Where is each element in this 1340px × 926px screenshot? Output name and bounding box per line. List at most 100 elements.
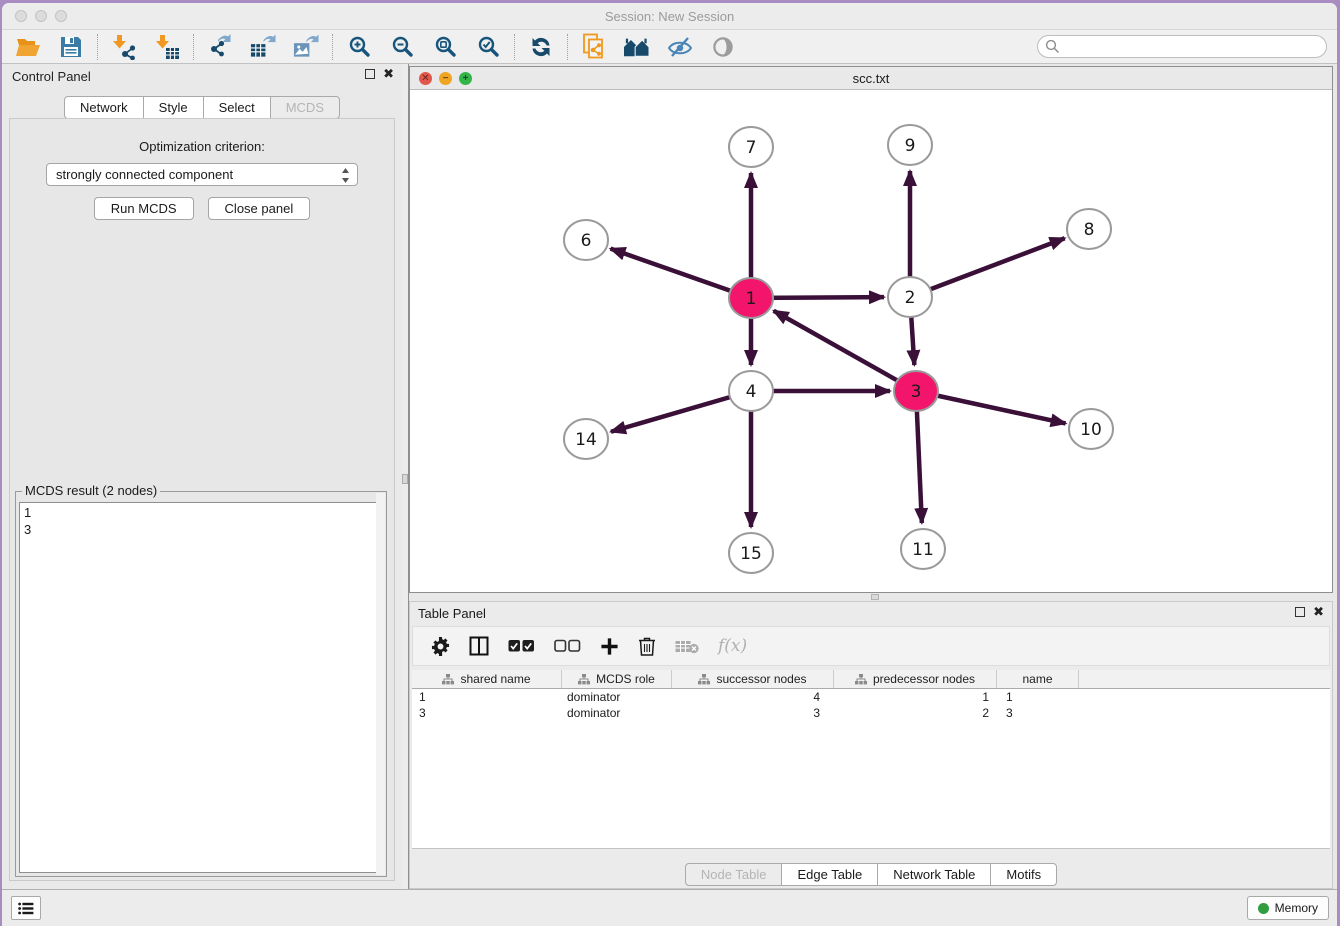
network-window-titlebar: ✕ − + scc.txt (410, 67, 1332, 90)
mcds-panel: Optimization criterion: strongly connect… (9, 118, 395, 881)
mcds-result-text[interactable]: 1 3 (19, 502, 383, 873)
export-network-icon[interactable] (207, 34, 233, 60)
mcds-result-title: MCDS result (2 nodes) (22, 483, 160, 498)
graph-node-label-10: 10 (1080, 420, 1102, 440)
criterion-dropdown[interactable]: strongly connected component (46, 163, 358, 186)
float-panel-icon[interactable] (365, 69, 375, 79)
vertical-splitter[interactable] (402, 64, 409, 889)
hide-graphics-details-icon[interactable] (667, 34, 693, 60)
table-header-row: shared name MCDS role successor nodes pr… (412, 670, 1330, 689)
graph-node-label-8: 8 (1084, 220, 1095, 240)
optimization-criterion-label: Optimization criterion: (10, 139, 394, 154)
tab-network-table[interactable]: Network Table (877, 863, 991, 886)
app-window: Session: New Session (2, 3, 1337, 926)
main-toolbar (2, 30, 1337, 64)
memory-label: Memory (1275, 901, 1318, 915)
node-table: shared name MCDS role successor nodes pr… (412, 670, 1330, 849)
export-table-icon[interactable] (250, 34, 276, 60)
network-canvas[interactable]: 7 9 6 8 1 2 4 3 14 10 15 11 (410, 90, 1332, 592)
edge-3-1[interactable] (774, 311, 916, 391)
close-panel-icon[interactable]: ✖ (1313, 607, 1324, 617)
table-toolbar: f(x) (412, 626, 1330, 666)
export-image-icon[interactable] (293, 34, 319, 60)
table-row[interactable]: 3 dominator 3 2 3 (412, 705, 1330, 721)
column-header-shared-name[interactable]: shared name (412, 670, 562, 688)
duplicate-network-icon[interactable] (581, 34, 607, 60)
memory-status-dot (1258, 903, 1269, 914)
function-builder-icon: f(x) (718, 636, 747, 656)
zoom-selected-icon[interactable] (475, 34, 501, 60)
graph-node-label-4: 4 (746, 382, 757, 402)
deselect-all-checkboxes-icon[interactable] (554, 639, 581, 653)
table-panel-header: Table Panel ✖ (410, 602, 1332, 624)
titlebar: Session: New Session (2, 3, 1337, 30)
zoom-out-icon[interactable] (389, 34, 415, 60)
column-header-successor-nodes[interactable]: successor nodes (672, 670, 834, 688)
mcds-result-box: MCDS result (2 nodes) 1 3 (15, 491, 387, 877)
tab-node-table[interactable]: Node Table (685, 863, 783, 886)
add-column-icon[interactable] (600, 637, 619, 656)
delete-table-disabled-icon (675, 639, 699, 654)
select-all-checkboxes-icon[interactable] (508, 639, 535, 653)
control-panel-header: Control Panel ✖ (2, 64, 402, 90)
run-mcds-button[interactable]: Run MCDS (94, 197, 194, 220)
splitter-handle[interactable] (402, 474, 408, 484)
control-panel-tabs: Network Style Select MCDS (2, 96, 402, 119)
tab-network[interactable]: Network (64, 96, 144, 119)
search-input[interactable] (1037, 35, 1327, 58)
tab-select[interactable]: Select (203, 96, 271, 119)
tab-mcds[interactable]: MCDS (270, 96, 340, 119)
search-field-wrap (1037, 35, 1327, 58)
graph-node-label-11: 11 (912, 540, 934, 560)
float-panel-icon[interactable] (1295, 607, 1305, 617)
window-title: Session: New Session (2, 9, 1337, 24)
network-view-window: ✕ − + scc.txt 7 9 6 8 1 2 4 3 14 10 15 11 (409, 66, 1333, 593)
chevron-up-down-icon (341, 168, 350, 186)
graph-node-label-7: 7 (746, 138, 757, 158)
column-header-name[interactable]: name (997, 670, 1079, 688)
main-area: Control Panel ✖ Network Style Select MCD… (2, 64, 1337, 889)
search-icon (1045, 39, 1060, 57)
graph-node-label-1: 1 (746, 289, 757, 309)
open-session-icon[interactable] (15, 34, 41, 60)
graph-node-label-9: 9 (905, 136, 916, 156)
tab-style[interactable]: Style (143, 96, 204, 119)
network-window-title: scc.txt (410, 71, 1332, 86)
statusbar: Memory (2, 889, 1337, 926)
task-history-button[interactable] (11, 896, 41, 920)
import-table-icon[interactable] (154, 34, 180, 60)
gear-icon[interactable] (431, 637, 450, 656)
table-panel-title: Table Panel (418, 606, 486, 621)
memory-button[interactable]: Memory (1247, 896, 1329, 920)
table-panel-tabs: Node Table Edge Table Network Table Moti… (410, 863, 1332, 886)
close-panel-icon[interactable]: ✖ (383, 69, 394, 79)
list-icon (18, 902, 34, 915)
edge-3-10[interactable] (916, 391, 1066, 423)
delete-column-trash-icon[interactable] (638, 636, 656, 656)
control-panel-title: Control Panel (12, 69, 91, 84)
splitter-handle[interactable] (871, 594, 879, 600)
network-overview-houses-icon[interactable] (624, 34, 650, 60)
import-network-icon[interactable] (111, 34, 137, 60)
graph-node-label-14: 14 (575, 430, 597, 450)
table-row[interactable]: 1 dominator 4 1 1 (412, 689, 1330, 705)
refresh-icon[interactable] (528, 34, 554, 60)
graph-node-label-15: 15 (740, 544, 762, 564)
zoom-in-icon[interactable] (346, 34, 372, 60)
zoom-fit-icon[interactable] (432, 34, 458, 60)
graph-node-label-2: 2 (905, 288, 916, 308)
split-columns-icon[interactable] (469, 636, 489, 656)
column-header-mcds-role[interactable]: MCDS role (562, 670, 672, 688)
horizontal-splitter[interactable] (409, 593, 1333, 601)
tab-edge-table[interactable]: Edge Table (781, 863, 878, 886)
close-panel-button[interactable]: Close panel (208, 197, 311, 220)
graph-node-label-3: 3 (911, 382, 922, 402)
save-session-icon[interactable] (58, 34, 84, 60)
graph-node-label-6: 6 (581, 231, 592, 251)
tab-motifs[interactable]: Motifs (990, 863, 1057, 886)
column-header-predecessor-nodes[interactable]: predecessor nodes (834, 670, 997, 688)
show-graphics-details-icon[interactable] (710, 34, 736, 60)
control-panel: Control Panel ✖ Network Style Select MCD… (2, 64, 402, 889)
result-scrollbar[interactable] (376, 493, 385, 875)
edge-2-8[interactable] (910, 238, 1065, 297)
